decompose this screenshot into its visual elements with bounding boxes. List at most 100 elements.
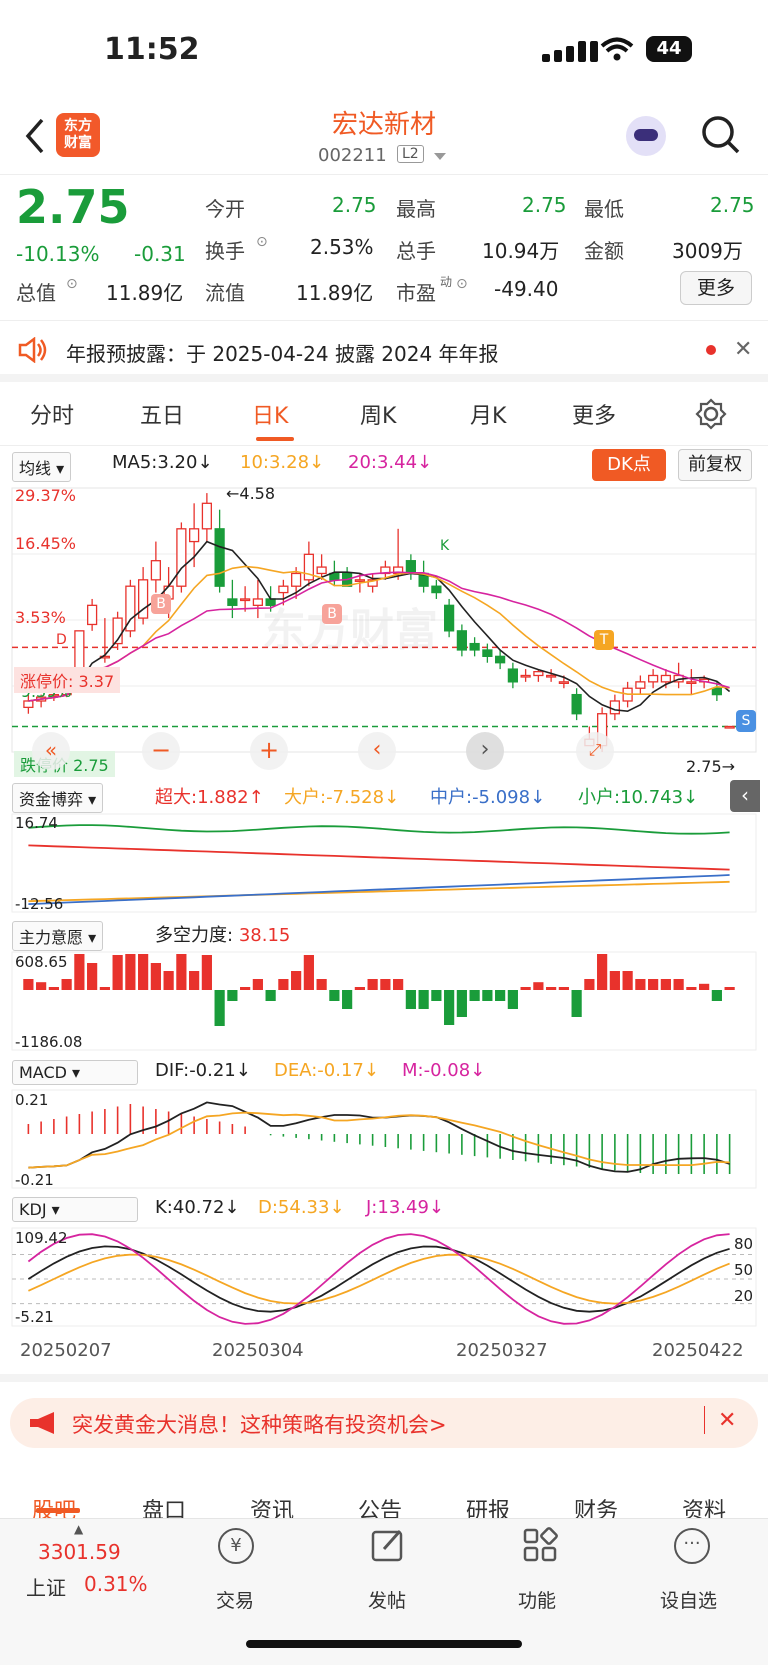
intent-bar	[469, 990, 480, 1001]
app-screen: 11:52 44 东方财富 宏达新材 002211 L2 2.75 -10.13…	[0, 0, 768, 1665]
candle-body	[201, 502, 212, 530]
intent-bar	[87, 963, 98, 990]
capital-chart	[11, 813, 757, 913]
dk-point-button[interactable]: DK点	[592, 449, 666, 481]
level-badge[interactable]: L2	[397, 145, 424, 163]
intent-bar	[252, 979, 263, 990]
candle-body	[635, 681, 646, 689]
intent-value: 38.15	[238, 925, 291, 946]
tab-intraday[interactable]: 分时	[30, 398, 74, 430]
large-value: 大户:-7.528↓	[284, 787, 400, 808]
date-label: 20250207	[20, 1340, 112, 1361]
index-value[interactable]: 3301.59	[38, 1540, 121, 1564]
caret-down-icon[interactable]	[434, 153, 446, 161]
kdj-select[interactable]: KDJ ▾	[12, 1197, 138, 1222]
adjust-button[interactable]: 前复权	[678, 449, 752, 481]
change-amount: -0.31	[134, 242, 186, 266]
info-icon[interactable]: ⊙	[456, 276, 468, 292]
candle-body	[176, 528, 187, 587]
stock-code: 002211	[318, 145, 387, 166]
post-label[interactable]: 发帖	[368, 1586, 406, 1613]
expand-icon[interactable]: ⤢	[576, 732, 614, 770]
tab-more[interactable]: 更多	[572, 398, 616, 430]
kdj-level-50: 50	[734, 1261, 754, 1279]
intent-select[interactable]: 主力意愿 ▾	[12, 921, 104, 951]
candle-body	[546, 674, 557, 678]
kdj-ymax: 109.42	[15, 1229, 68, 1247]
search-icon[interactable]	[700, 114, 742, 156]
collapse-panel-icon[interactable]: ‹	[730, 780, 760, 812]
grid-icon[interactable]	[522, 1527, 558, 1563]
intent-bar	[367, 979, 378, 990]
y-label-top: 29.37%	[15, 486, 77, 505]
kdj-d: D:54.33↓	[258, 1197, 345, 1218]
close-icon[interactable]: ✕	[718, 1408, 736, 1433]
wifi-icon	[600, 37, 634, 61]
intent-bar	[444, 990, 455, 1025]
tab-monthly-k[interactable]: 月K	[470, 398, 506, 430]
kdj-k: K:40.72↓	[155, 1197, 240, 1218]
info-icon[interactable]: ⊙	[66, 276, 78, 292]
sell-marker: S	[736, 710, 756, 732]
high-marker: ←4.58	[226, 484, 276, 503]
t-marker: T	[594, 630, 614, 650]
trade-label[interactable]: 交易	[216, 1586, 254, 1613]
home-indicator	[246, 1640, 522, 1648]
dif-line	[28, 1101, 730, 1173]
add-watchlist-label[interactable]: 设自选	[660, 1586, 717, 1613]
chevron-left-icon[interactable]: ‹	[358, 732, 396, 770]
intent-bar	[507, 990, 518, 1009]
intent-bar	[112, 955, 123, 990]
candle-body	[456, 630, 467, 651]
intent-bar	[342, 990, 353, 1009]
scroll-start-icon[interactable]: «	[32, 732, 70, 770]
capital-select[interactable]: 资金博弈 ▾	[12, 783, 104, 813]
tab-five-day[interactable]: 五日	[140, 398, 184, 430]
function-label[interactable]: 功能	[518, 1586, 556, 1613]
tab-daily-k[interactable]: 日K	[252, 398, 288, 430]
intent-bar	[61, 979, 72, 990]
turnover-label: 换手	[205, 239, 245, 263]
intent-bar	[609, 971, 620, 990]
buy-marker: B	[322, 604, 342, 624]
open-value: 2.75	[332, 193, 377, 217]
tab-weekly-k[interactable]: 周K	[360, 398, 396, 430]
intent-bar	[201, 955, 212, 990]
zoom-out-icon[interactable]: −	[142, 732, 180, 770]
zoom-in-icon[interactable]: +	[250, 732, 288, 770]
more-dots-icon[interactable]: ···	[674, 1528, 710, 1564]
intent-ymax: 608.65	[15, 953, 68, 971]
intent-ymin: -1186.08	[15, 1033, 83, 1051]
signal-icon	[542, 41, 598, 62]
intent-bar	[125, 954, 136, 990]
macd-select-label: MACD	[19, 1063, 67, 1082]
ma-select[interactable]: 均线 ▾	[12, 452, 72, 482]
edit-icon[interactable]	[370, 1527, 406, 1563]
kdj-level-20: 20	[734, 1287, 754, 1305]
candle-body	[252, 598, 263, 606]
intent-bar	[699, 983, 710, 990]
intent-bar	[278, 979, 289, 990]
caret-up-icon[interactable]: ▲	[74, 1522, 83, 1536]
kdj-chart	[11, 1227, 757, 1327]
intent-bar	[482, 990, 493, 1001]
intent-bar	[495, 990, 506, 1001]
candle-body	[150, 560, 161, 581]
chevron-right-icon[interactable]: ›	[466, 732, 504, 770]
candle-body	[482, 649, 493, 657]
more-button[interactable]: 更多	[680, 271, 752, 305]
macd-select[interactable]: MACD ▾	[12, 1060, 138, 1085]
intent-bar	[23, 979, 34, 990]
intent-bar	[303, 955, 314, 990]
close-icon[interactable]: ✕	[734, 337, 752, 362]
info-icon[interactable]: ⊙	[256, 234, 268, 250]
status-bar: 11:52 44	[0, 0, 768, 100]
limit-up-label: 涨停价: 3.37	[14, 667, 121, 693]
kdj-select-label: KDJ	[19, 1200, 47, 1219]
amount-value: 3009万	[672, 239, 743, 263]
candle-body	[214, 528, 225, 587]
robot-assistant-icon[interactable]	[626, 116, 666, 156]
gear-icon[interactable]	[695, 398, 727, 430]
trade-icon[interactable]: ¥	[218, 1528, 254, 1564]
super-large-line	[28, 844, 730, 871]
